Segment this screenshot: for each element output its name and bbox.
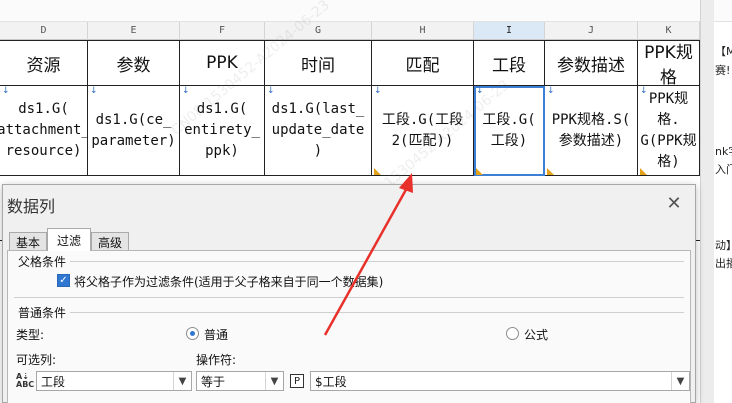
- data-cell[interactable]: 工段.G(工段 2(匹配)): [372, 86, 474, 176]
- data-cell[interactable]: ds1.G( attachment_ resource): [0, 86, 88, 176]
- data-column-dialog: 数据列 ✕ 基本 过滤 高级 父格条件 ✓ 将父格子作为过滤条件(适用于父子格来…: [2, 184, 696, 403]
- tab-advanced[interactable]: 高级: [91, 232, 129, 251]
- column-letter[interactable]: K: [638, 22, 700, 40]
- header-cell[interactable]: PPK: [180, 41, 265, 86]
- header-cell[interactable]: PPK规格: [638, 41, 700, 86]
- radio-formula[interactable]: [506, 327, 519, 340]
- parent-group-title: 父格条件: [18, 255, 67, 269]
- right-fragment: nk字: [715, 145, 732, 158]
- data-cell[interactable]: ds1.G(last_ update_date ): [265, 86, 372, 176]
- column-letter[interactable]: J: [545, 22, 638, 40]
- expand-down-icon: ↓: [90, 86, 98, 96]
- expand-down-icon: ↓: [640, 86, 648, 96]
- dialog-title: 数据列: [7, 197, 56, 216]
- column-letter[interactable]: D: [0, 22, 88, 40]
- vertical-scrollbar[interactable]: [700, 0, 714, 403]
- expand-down-icon: ↓: [547, 86, 555, 96]
- column-letter[interactable]: H: [372, 22, 474, 40]
- column-letter[interactable]: G: [265, 22, 372, 40]
- sheet-top-strip: [0, 0, 732, 22]
- operator-select[interactable]: 等于 ▼: [196, 371, 284, 391]
- tab-basic[interactable]: 基本: [9, 232, 47, 251]
- corner-marker: [547, 168, 554, 175]
- header-cell[interactable]: 时间: [265, 41, 372, 86]
- tab-filter[interactable]: 过滤: [47, 228, 91, 251]
- chevron-down-icon[interactable]: ▼: [173, 372, 191, 390]
- active-data-cell[interactable]: 工段.G( 工段): [474, 86, 545, 176]
- parent-filter-label: 将父格子作为过滤条件(适用于父子格来自于同一个数据集): [74, 275, 384, 289]
- available-column-select[interactable]: 工段 ▼: [36, 371, 192, 391]
- divider: [70, 261, 684, 262]
- right-fragment: 【M: [715, 45, 732, 58]
- header-cell[interactable]: 工段: [474, 41, 545, 86]
- header-cell[interactable]: 匹配: [372, 41, 474, 86]
- type-label: 类型:: [16, 328, 45, 342]
- data-cell[interactable]: ds1.G(ce_ parameter): [88, 86, 180, 176]
- operator-value: 等于: [201, 374, 226, 389]
- parameter-icon[interactable]: P: [290, 374, 304, 388]
- corner-marker: [640, 168, 647, 175]
- data-cell[interactable]: PPK规格. G(PPK规 格): [638, 86, 700, 176]
- expand-down-icon: ↓: [476, 86, 484, 96]
- divider: [70, 312, 684, 313]
- corner-marker: [476, 168, 483, 175]
- expand-down-icon: ↓: [267, 86, 275, 96]
- right-fragment: 入门: [715, 163, 732, 176]
- column-letter[interactable]: E: [88, 22, 180, 40]
- text-field-icon: A⇣ ABC: [16, 372, 35, 389]
- chevron-down-icon[interactable]: ▼: [265, 372, 283, 390]
- column-letter[interactable]: F: [180, 22, 265, 40]
- close-icon[interactable]: ✕: [663, 192, 685, 214]
- expand-down-icon: ↓: [2, 86, 10, 96]
- column-letter[interactable]: I: [474, 22, 545, 40]
- grid-line: [0, 40, 700, 41]
- header-cell[interactable]: 参数描述: [545, 41, 638, 86]
- header-cell[interactable]: 参数: [88, 41, 180, 86]
- corner-marker: [374, 168, 381, 175]
- normal-group-title: 普通条件: [18, 306, 67, 320]
- radio-normal-label: 普通: [204, 328, 229, 342]
- radio-formula-label: 公式: [524, 328, 549, 342]
- parameter-value-select[interactable]: $工段 ▼: [310, 371, 690, 391]
- header-cell[interactable]: 资源: [0, 41, 88, 86]
- available-columns-label: 可选列:: [16, 353, 57, 367]
- parent-filter-checkbox[interactable]: ✓: [57, 274, 70, 287]
- operator-label: 操作符:: [196, 353, 237, 367]
- expand-down-icon: ↓: [182, 86, 190, 96]
- available-column-value: 工段: [41, 374, 66, 389]
- parameter-value: $工段: [315, 374, 347, 389]
- expand-down-icon: ↓: [374, 86, 382, 96]
- right-fragment: 赛!: [715, 64, 731, 77]
- chevron-down-icon[interactable]: ▼: [671, 372, 689, 390]
- data-cell[interactable]: PPK规格.S( 参数描述): [545, 86, 638, 176]
- data-cell[interactable]: ds1.G( entirety_ ppk): [180, 86, 265, 176]
- right-fragment: 出播: [715, 257, 732, 270]
- radio-normal[interactable]: [186, 327, 199, 340]
- right-fragment: 动】: [715, 239, 732, 252]
- divider: [14, 297, 684, 298]
- filter-panel: 父格条件 ✓ 将父格子作为过滤条件(适用于父子格来自于同一个数据集) 普通条件 …: [7, 250, 691, 403]
